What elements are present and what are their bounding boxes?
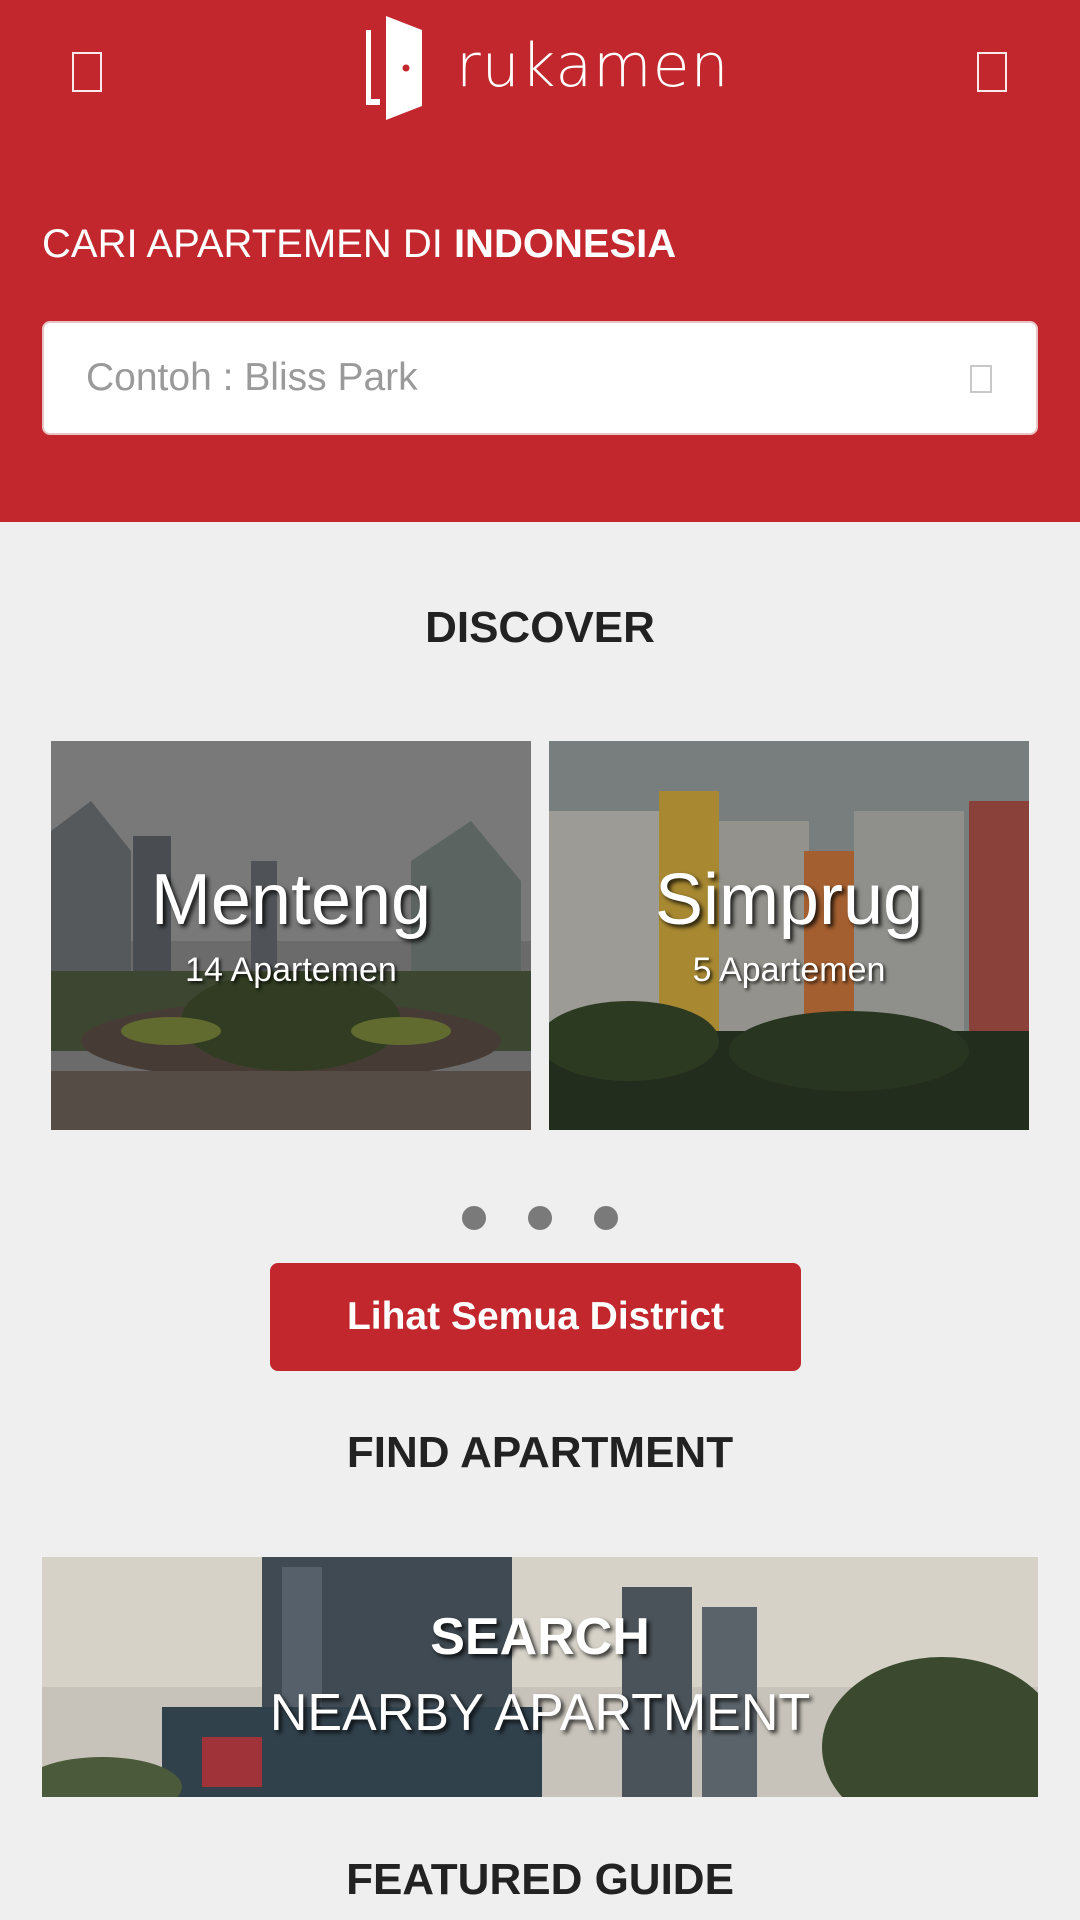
banner-title: SEARCH xyxy=(430,1608,650,1666)
district-card-menteng[interactable]: Menteng 14 Apartemen xyxy=(51,741,531,1130)
carousel-pagination xyxy=(0,1206,1080,1230)
search-heading-prefix: CARI APARTEMEN DI xyxy=(42,222,454,266)
carousel-dot[interactable] xyxy=(462,1206,486,1230)
carousel-dot[interactable] xyxy=(528,1206,552,1230)
featured-guide-title: FEATURED GUIDE xyxy=(346,1855,734,1904)
account-icon[interactable] xyxy=(977,52,1007,92)
nearby-banner-photo xyxy=(42,1557,1038,1797)
door-logo-icon xyxy=(366,16,422,120)
district-count: 14 Apartemen xyxy=(185,951,397,989)
banner-subtitle: NEARBY APARTMENT xyxy=(269,1684,811,1742)
district-name: Menteng xyxy=(150,860,432,940)
search-heading-country: INDONESIA xyxy=(453,222,677,266)
view-all-districts-button[interactable]: Lihat Semua District xyxy=(270,1263,801,1371)
top-header: rukamen CARI APARTEMEN DI INDONESIA xyxy=(0,0,1080,522)
find-apartment-title: FIND APARTMENT xyxy=(346,1428,734,1477)
search-box xyxy=(42,321,1038,435)
carousel-dot[interactable] xyxy=(594,1206,618,1230)
search-heading: CARI APARTEMEN DI INDONESIA xyxy=(42,222,676,267)
menu-icon[interactable] xyxy=(72,52,102,92)
search-nearby-banner[interactable]: SEARCH NEARBY APARTMENT xyxy=(42,1557,1038,1797)
brand-logo[interactable]: rukamen xyxy=(366,14,730,124)
search-icon[interactable] xyxy=(970,365,992,393)
district-name: Simprug xyxy=(654,860,924,940)
discover-title: DISCOVER xyxy=(425,603,655,652)
district-card-simprug[interactable]: Simprug 5 Apartemen xyxy=(549,741,1029,1130)
search-input[interactable] xyxy=(84,323,944,433)
district-count: 5 Apartemen xyxy=(692,951,886,989)
brand-name: rukamen xyxy=(456,31,730,101)
